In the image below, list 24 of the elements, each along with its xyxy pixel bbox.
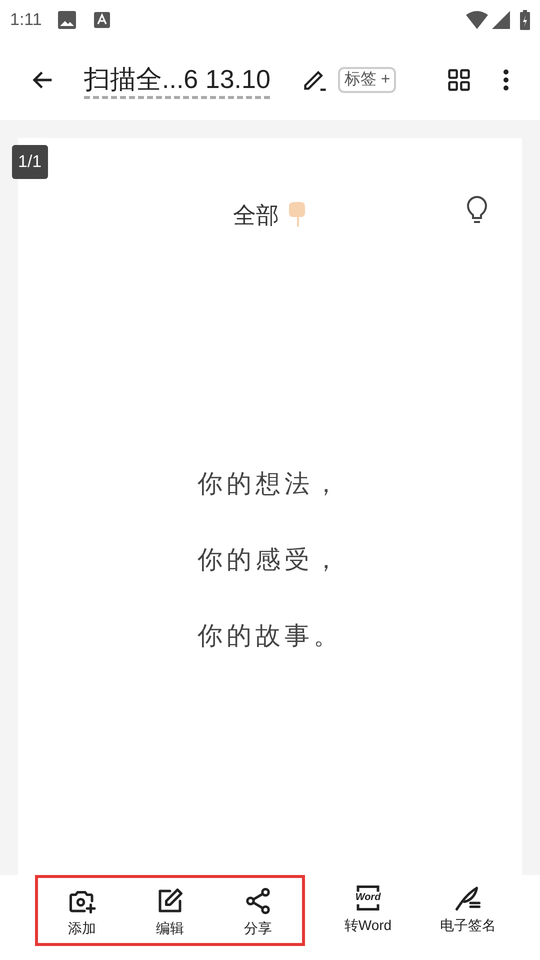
toolbar-button[interactable]: Word 转Word <box>318 875 418 936</box>
page-text-line: 你的故事。 <box>198 620 342 652</box>
page-text-line: 你的想法， <box>198 468 342 500</box>
light-bulb-icon <box>466 196 488 224</box>
more-button[interactable] <box>502 68 510 92</box>
toolbar-button[interactable]: 电子签名 <box>418 875 518 936</box>
page-counter: 1/1 <box>12 145 48 179</box>
share-icon <box>243 886 273 916</box>
toolbar-button[interactable]: 编辑 <box>126 878 214 939</box>
status-time: 1:11 <box>10 9 42 32</box>
grid-view-button[interactable] <box>446 67 472 93</box>
image-icon <box>58 11 76 29</box>
battery-icon <box>520 10 530 30</box>
signal-icon <box>492 11 510 29</box>
wifi-icon <box>466 11 488 29</box>
tag-button[interactable]: 标签 + <box>338 67 396 93</box>
page-text-line: 你的感受， <box>198 544 342 576</box>
toolbar-button[interactable]: 分享 <box>214 878 302 939</box>
toolbar-button[interactable]: 添加 <box>38 878 126 939</box>
grid-icon <box>446 67 472 93</box>
text-icon <box>94 12 110 28</box>
more-icon <box>502 68 510 92</box>
document-title[interactable]: 扫描全...6 13.10 <box>84 62 270 98</box>
page-heading: 全部 <box>233 201 279 230</box>
